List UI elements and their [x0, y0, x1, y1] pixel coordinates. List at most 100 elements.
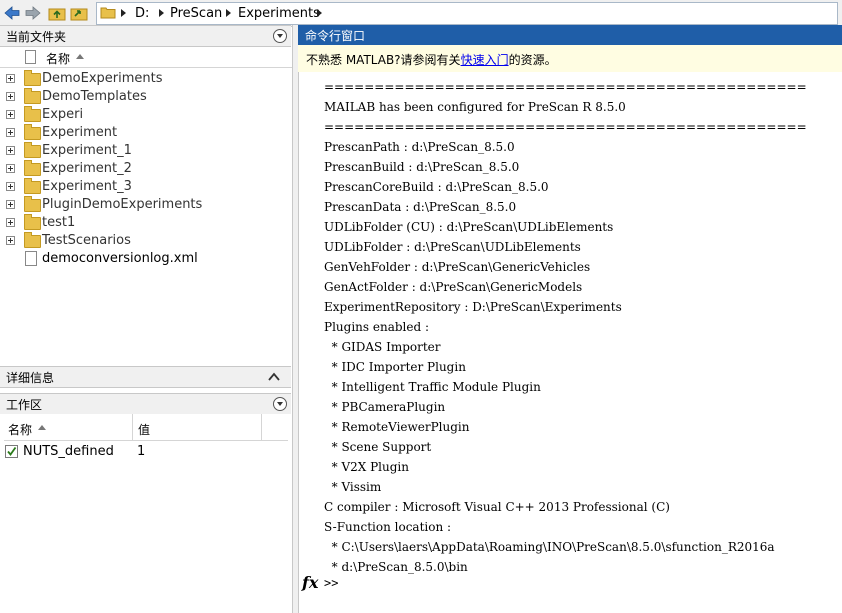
output-line: * Intelligent Traffic Module Plugin [324, 380, 541, 394]
forward-arrow-icon[interactable] [24, 4, 42, 22]
output-line: S-Function location : [324, 520, 452, 534]
command-window-title: 命令行窗口 [305, 29, 366, 43]
folder-icon [24, 214, 41, 230]
list-item-label: Experiment_2 [42, 161, 132, 176]
list-item[interactable]: Experiment_3 [0, 178, 292, 196]
output-line: ========================================… [324, 120, 807, 134]
output-line: PrescanCoreBuild : d:\PreScan_8.5.0 [324, 180, 549, 194]
current-folder-header: 当前文件夹 [0, 25, 291, 47]
expand-plus-icon[interactable] [6, 146, 15, 155]
folder-up-icon[interactable] [48, 4, 66, 22]
breadcrumb-item-experiments[interactable]: Experiments [238, 6, 320, 21]
output-line: * PBCameraPlugin [324, 400, 446, 414]
output-line: PrescanBuild : d:\PreScan_8.5.0 [324, 160, 520, 174]
variable-value: 1 [137, 444, 146, 459]
output-line: * GIDAS Importer [324, 340, 441, 354]
list-item-label: DemoTemplates [42, 89, 147, 104]
list-item[interactable]: PluginDemoExperiments [0, 196, 292, 214]
folder-icon [24, 106, 41, 122]
getting-started-link[interactable]: 快速入门 [461, 53, 509, 67]
folder-icon [24, 196, 41, 212]
current-folder-title: 当前文件夹 [6, 30, 67, 44]
file-icon [25, 251, 37, 266]
breadcrumb[interactable]: D: PreScan Experiments [96, 2, 838, 25]
output-line: ExperimentRepository : D:\PreScan\Experi… [324, 300, 622, 314]
workspace-title: 工作区 [6, 398, 43, 412]
output-line: UDLibFolder : d:\PreScan\UDLibElements [324, 240, 581, 254]
function-browser-icon[interactable]: fx [302, 573, 318, 592]
file-browser: 名称 DemoExperiments DemoTemplates Experi Exp… [0, 48, 292, 366]
list-item-label: test1 [42, 215, 76, 230]
list-item[interactable]: DemoExperiments [0, 70, 292, 88]
expand-plus-icon[interactable] [6, 92, 15, 101]
list-item[interactable]: Experiment_1 [0, 142, 292, 160]
output-line: * Vissim [324, 480, 382, 494]
output-line: PrescanData : d:\PreScan_8.5.0 [324, 200, 517, 214]
list-item-label: Experiment_3 [42, 179, 132, 194]
column-name-label: 名称 [46, 52, 71, 66]
workspace-col-name[interactable]: 名称 [4, 414, 133, 441]
panel-menu-icon[interactable] [273, 29, 287, 43]
expand-plus-icon[interactable] [6, 128, 15, 137]
output-line: * IDC Importer Plugin [324, 360, 466, 374]
expand-plus-icon[interactable] [6, 74, 15, 83]
command-window-header: 命令行窗口 [298, 25, 842, 45]
list-item-label: PluginDemoExperiments [42, 197, 203, 212]
breadcrumb-separator-icon[interactable] [121, 9, 126, 17]
list-item-label: Experi [42, 107, 84, 122]
workspace-col-value[interactable]: 值 [133, 414, 262, 441]
output-line: ========================================… [324, 80, 807, 94]
folder-icon [100, 5, 116, 22]
breadcrumb-item-drive[interactable]: D: [135, 6, 149, 21]
variable-name: NUTS_defined [23, 444, 114, 459]
file-column-header[interactable]: 名称 [0, 48, 292, 68]
expand-plus-icon[interactable] [6, 236, 15, 245]
list-item[interactable]: Experiment_2 [0, 160, 292, 178]
list-item[interactable]: test1 [0, 214, 292, 232]
workspace-header: 工作区 [0, 393, 291, 415]
breadcrumb-separator-icon[interactable] [317, 9, 322, 17]
breadcrumb-separator-icon[interactable] [159, 9, 164, 17]
list-item-label: DemoExperiments [42, 71, 163, 86]
expand-plus-icon[interactable] [6, 200, 15, 209]
workspace-table: 名称 值 NUTS_defined 1 [0, 414, 292, 613]
list-item[interactable]: democonversionlog.xml [0, 250, 292, 268]
breadcrumb-separator-icon[interactable] [226, 9, 231, 17]
expand-plus-icon[interactable] [6, 182, 15, 191]
panel-menu-icon[interactable] [273, 397, 287, 411]
sort-ascending-icon [38, 425, 46, 430]
output-line: * Scene Support [324, 440, 432, 454]
table-row[interactable]: NUTS_defined 1 [0, 442, 290, 460]
output-line: C compiler : Microsoft Visual C++ 2013 P… [324, 500, 670, 514]
command-prompt[interactable]: >> [324, 576, 338, 590]
list-item[interactable]: Experiment [0, 124, 292, 142]
notice-prefix: 不熟悉 MATLAB?请参阅有关 [306, 53, 461, 67]
folder-icon [24, 88, 41, 104]
folder-icon [24, 124, 41, 140]
folder-icon [24, 160, 41, 176]
list-item[interactable]: TestScenarios [0, 232, 292, 250]
details-header[interactable]: 详细信息 [0, 366, 291, 388]
details-title: 详细信息 [6, 371, 55, 385]
folder-icon [24, 178, 41, 194]
sort-ascending-icon [76, 54, 84, 59]
expand-plus-icon[interactable] [6, 218, 15, 227]
list-item[interactable]: DemoTemplates [0, 88, 292, 106]
folder-icon [24, 142, 41, 158]
workspace-col-extra [262, 414, 288, 441]
breadcrumb-item-prescan[interactable]: PreScan [170, 6, 222, 21]
expand-plus-icon[interactable] [6, 164, 15, 173]
variable-check-icon [5, 445, 18, 458]
output-line: * d:\PreScan_8.5.0\bin [324, 560, 468, 574]
command-output[interactable]: ========================================… [298, 72, 842, 613]
browse-folder-icon[interactable] [70, 4, 88, 22]
notice-suffix: 的资源。 [508, 53, 557, 67]
folder-icon [24, 232, 41, 248]
list-item-label: Experiment [42, 125, 118, 140]
expand-plus-icon[interactable] [6, 110, 15, 119]
collapse-up-icon[interactable] [268, 372, 280, 381]
back-arrow-icon[interactable] [3, 4, 21, 22]
list-item-label: democonversionlog.xml [42, 251, 198, 266]
notice-text: 不熟悉 MATLAB?请参阅有关快速入门的资源。 [306, 51, 557, 68]
list-item[interactable]: Experi [0, 106, 292, 124]
